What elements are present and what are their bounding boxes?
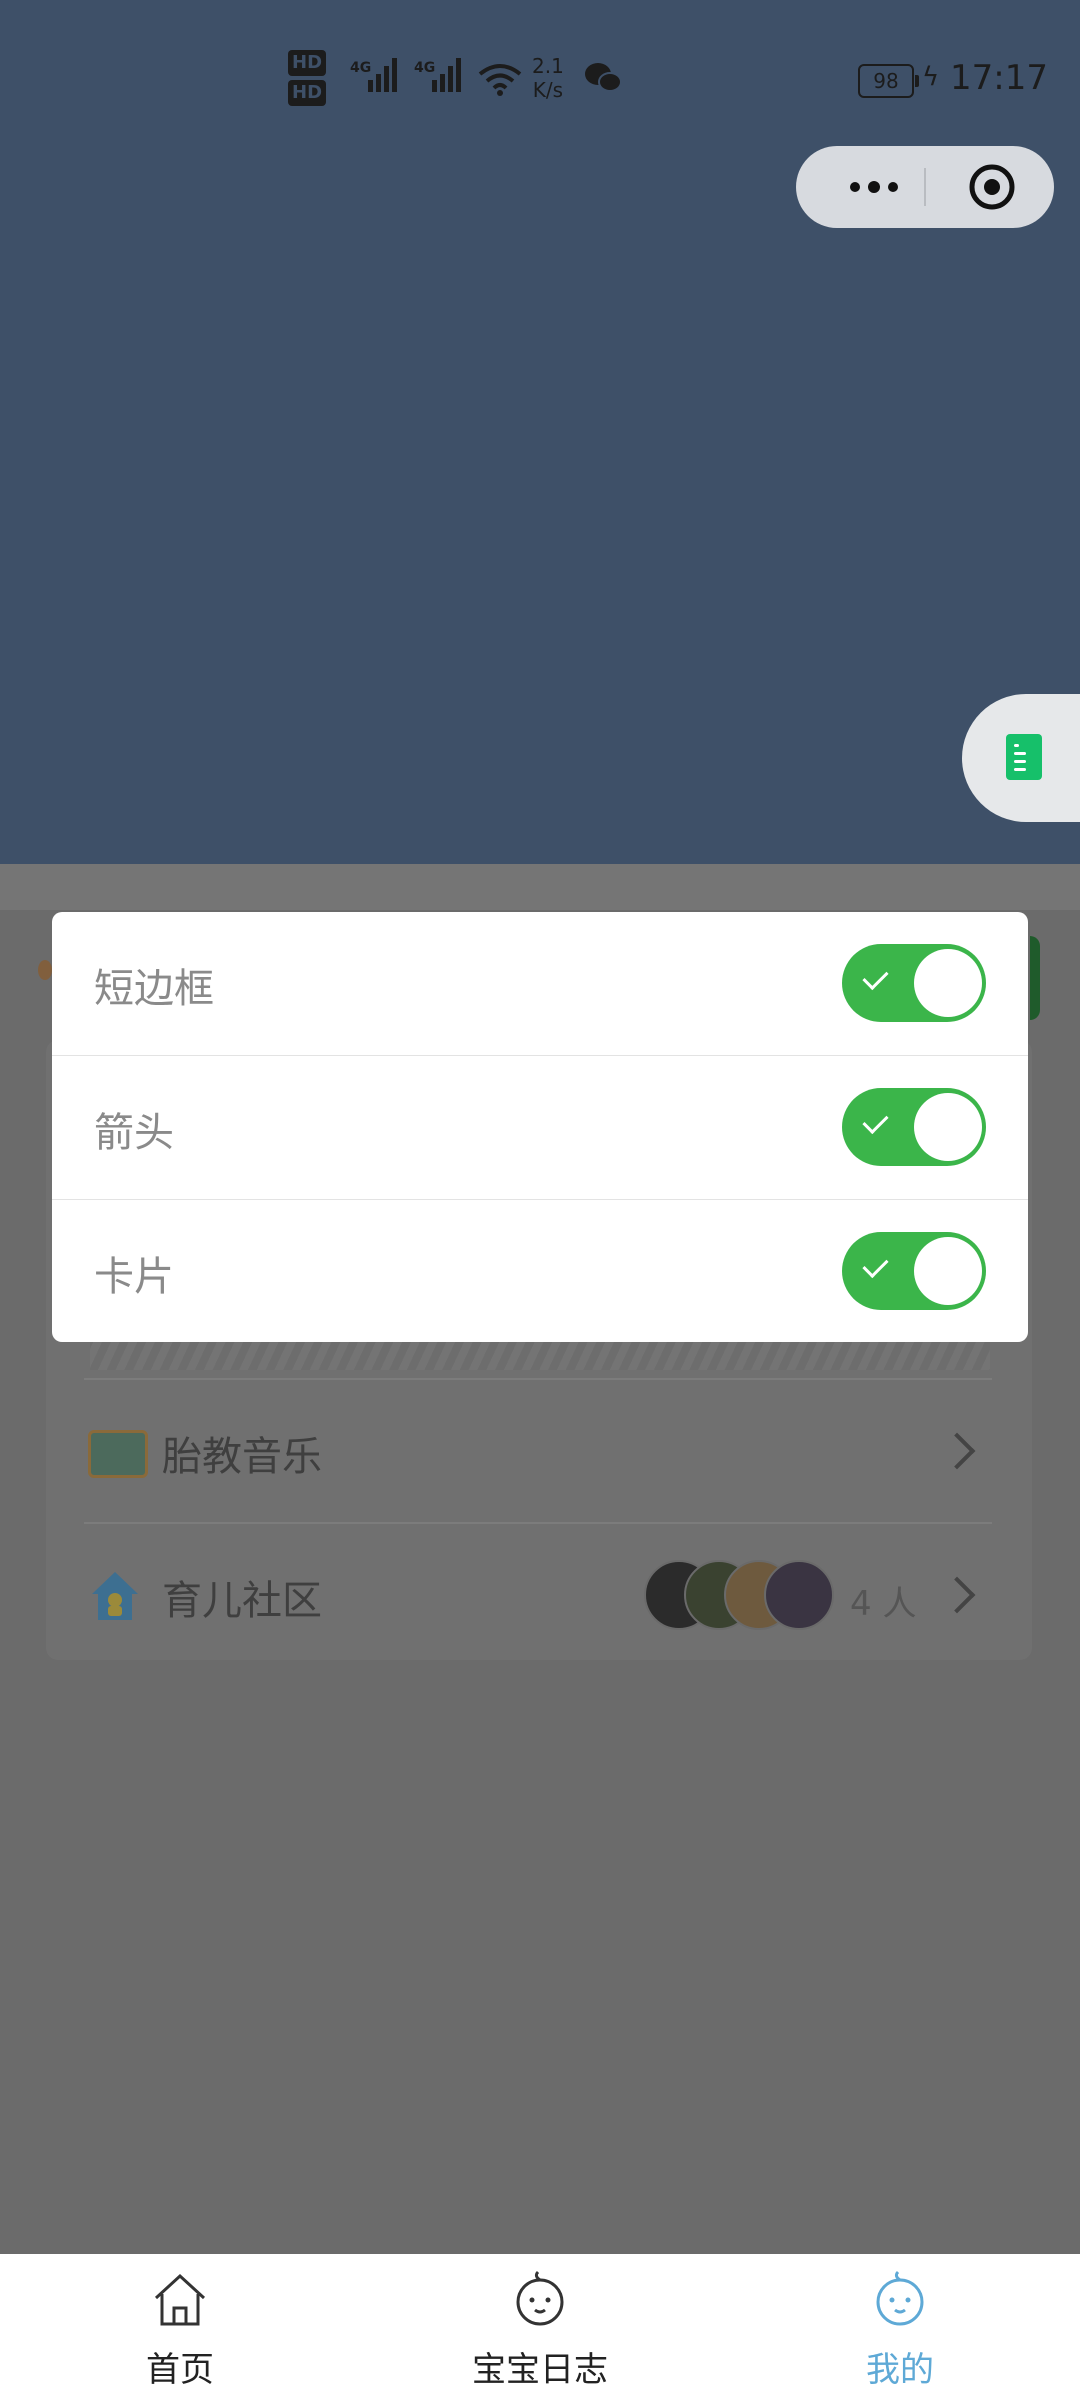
tab-label: 我的 [866, 2350, 934, 2390]
setting-label: 短边框 [94, 966, 214, 1012]
page-header-background [0, 0, 1080, 864]
list-item-label: 胎教音乐 [162, 1434, 322, 1480]
tab-label: 宝宝日志 [472, 2350, 608, 2390]
document-icon [1006, 734, 1042, 780]
setting-row-card: 卡片 [52, 1200, 1028, 1342]
background-avatar-peek [38, 960, 52, 980]
battery-indicator: 98 [858, 64, 919, 98]
wechat-icon [585, 63, 622, 92]
check-icon [862, 1251, 889, 1279]
tab-home[interactable]: 首页 [60, 2254, 300, 2400]
setting-label: 卡片 [94, 1254, 174, 1300]
hd2-label: HD [288, 80, 327, 106]
miniprogram-capsule [796, 146, 1054, 228]
list-item-label: 育儿社区 [162, 1578, 322, 1624]
toggle-knob [914, 1237, 982, 1305]
setting-row-short-border: 短边框 [52, 912, 1028, 1056]
tab-me[interactable]: 我的 [780, 2254, 1020, 2400]
background-button-peek [1030, 936, 1040, 1020]
avatar [764, 1560, 834, 1630]
check-icon [862, 1107, 889, 1135]
hd1-label: HD [288, 50, 327, 76]
floating-document-button[interactable] [962, 694, 1080, 822]
list-item-prenatal-music[interactable]: 胎教音乐 [84, 1378, 992, 1522]
community-house-icon [92, 1572, 138, 1620]
setting-label: 箭头 [94, 1110, 174, 1156]
short-border-toggle[interactable] [842, 944, 986, 1022]
speed-unit: K/s [532, 78, 564, 102]
speed-value: 2.1 [532, 54, 564, 78]
network-speed: 2.1 K/s [532, 54, 564, 102]
check-icon [862, 963, 889, 991]
list-item-parenting-community[interactable]: 育儿社区 4 人 [84, 1522, 992, 1666]
music-player-icon [88, 1430, 148, 1478]
tab-baby-log[interactable]: 宝宝日志 [420, 2254, 660, 2400]
clock: 17:17 [950, 58, 1048, 98]
baby-face-icon [516, 2270, 564, 2326]
hd-indicator: HD HD [288, 50, 327, 110]
charging-icon: ϟ [922, 62, 940, 92]
arrow-toggle[interactable] [842, 1088, 986, 1166]
tab-label: 首页 [146, 2350, 214, 2390]
background-strip [0, 864, 1080, 910]
settings-sheet: 短边框 箭头 卡片 [52, 912, 1028, 1342]
setting-row-arrow: 箭头 [52, 1056, 1028, 1200]
card-toggle[interactable] [842, 1232, 986, 1310]
more-menu-button[interactable] [836, 146, 916, 228]
signal-icon [368, 58, 400, 92]
home-icon [154, 2273, 206, 2326]
toggle-knob [914, 1093, 982, 1161]
chevron-right-icon [938, 1576, 976, 1614]
wifi-icon [478, 64, 522, 96]
status-bar: HD HD 4G 4G 2.1 K/s 98 ϟ 17:17 [0, 40, 1080, 120]
bottom-tab-bar: 首页 宝宝日志 我的 [0, 2254, 1080, 2400]
chevron-right-icon [938, 1432, 976, 1470]
member-count: 4 人 [850, 1584, 917, 1624]
toggle-knob [914, 949, 982, 1017]
signal-icon [432, 58, 464, 92]
close-miniprogram-button[interactable] [968, 163, 1016, 211]
capsule-divider [924, 168, 926, 206]
baby-face-icon [876, 2270, 924, 2326]
